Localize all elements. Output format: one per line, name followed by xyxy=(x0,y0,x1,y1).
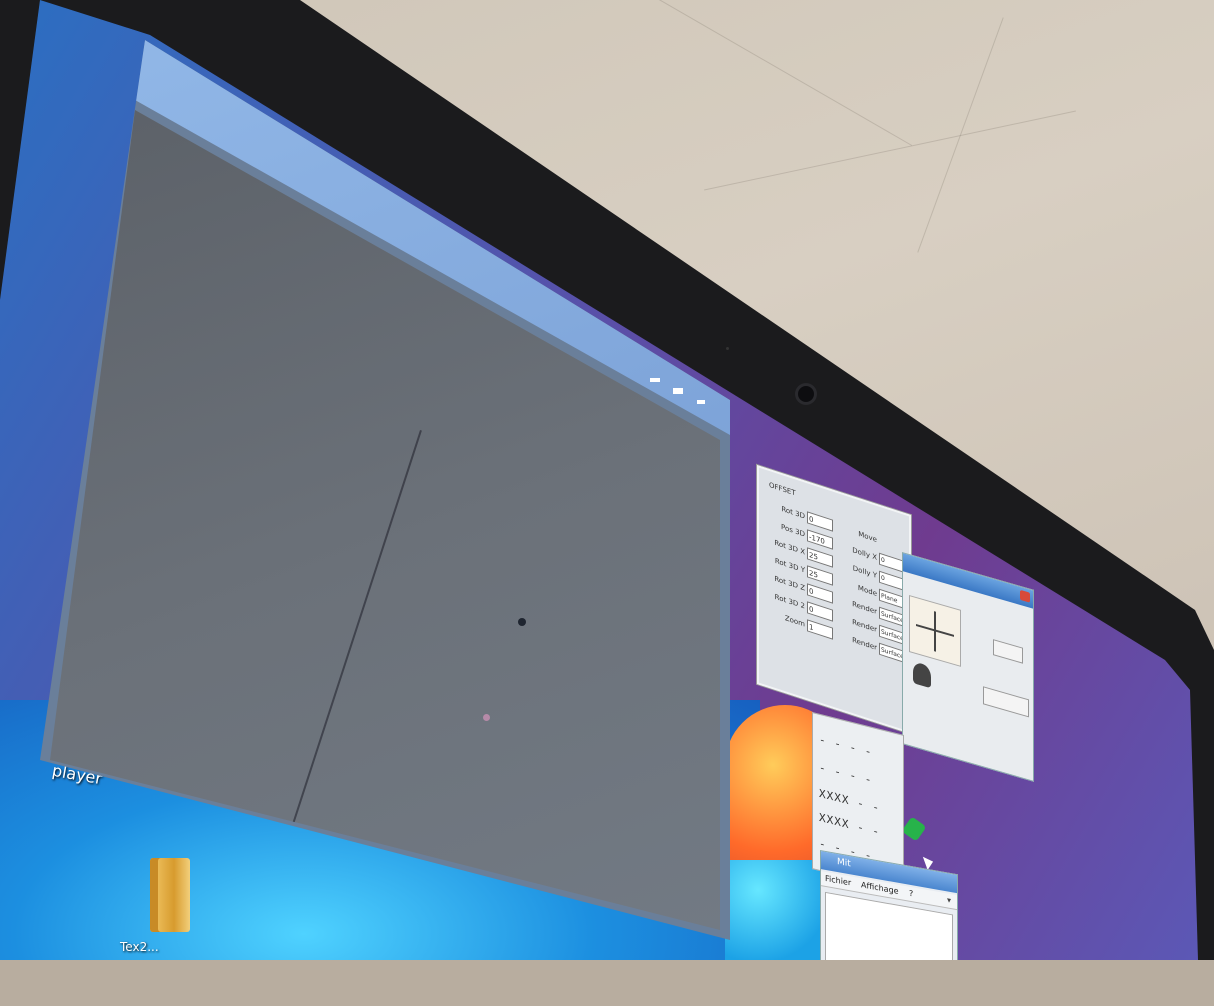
minimize-icon[interactable] xyxy=(650,378,660,382)
param-label: Zoom xyxy=(784,614,805,629)
light-sensor xyxy=(726,347,729,350)
scene-point-dark xyxy=(518,618,526,626)
param-label: Render xyxy=(852,599,877,616)
menu-item-file[interactable]: Fichier xyxy=(825,874,851,888)
viewer-button[interactable] xyxy=(983,686,1029,718)
folder-icon[interactable] xyxy=(150,858,190,932)
param-label: Rot 3D Y xyxy=(774,556,805,575)
close-icon[interactable] xyxy=(1020,589,1030,603)
param-panel-title: OFFSET xyxy=(769,480,796,498)
user-icon xyxy=(913,661,931,689)
maximize-icon[interactable] xyxy=(673,388,683,394)
param-label: Dolly Y xyxy=(852,564,877,580)
close-icon[interactable] xyxy=(697,400,705,404)
param-label: Render xyxy=(852,635,877,652)
menu-item-view[interactable]: Affichage xyxy=(861,880,899,896)
pattern-line: - - - - xyxy=(819,760,873,788)
param-label: Pos 3D xyxy=(781,522,805,539)
viewer-window[interactable] xyxy=(902,552,1034,782)
bottom-window[interactable]: Mit Fichier Affichage ? ▾ xyxy=(820,850,958,960)
scene-point-pink xyxy=(483,714,490,721)
wallpaper-logo-cyan xyxy=(725,860,835,960)
axis-line xyxy=(274,430,422,878)
pattern-line: - - - - xyxy=(819,732,873,760)
bottom-window-body[interactable] xyxy=(825,891,953,960)
param-label: Mode xyxy=(857,583,877,598)
webcam-icon xyxy=(798,386,814,402)
parameter-panel: OFFSET Rot 3D 0 Pos 3D -170 Rot 3D X 25 Rot… xyxy=(757,465,911,735)
desktop-app-icon[interactable] xyxy=(901,816,927,842)
pattern-line: XXXX - - xyxy=(819,786,880,815)
param-label: Render xyxy=(852,617,877,634)
param-label: Rot 3D xyxy=(781,504,805,521)
viewer-button[interactable] xyxy=(993,639,1023,664)
folder-caption[interactable]: Tex2... xyxy=(120,940,159,954)
pattern-line: XXXX - - xyxy=(819,810,880,839)
chevron-down-icon[interactable]: ▾ xyxy=(947,895,951,905)
param-label: Move xyxy=(858,529,877,544)
param-field[interactable]: 0 xyxy=(807,511,833,532)
menu-item-help[interactable]: ? xyxy=(909,889,913,899)
param-label: Dolly X xyxy=(852,545,877,562)
bottom-window-title: Mit xyxy=(837,856,851,870)
crosshair-preview xyxy=(909,595,961,667)
